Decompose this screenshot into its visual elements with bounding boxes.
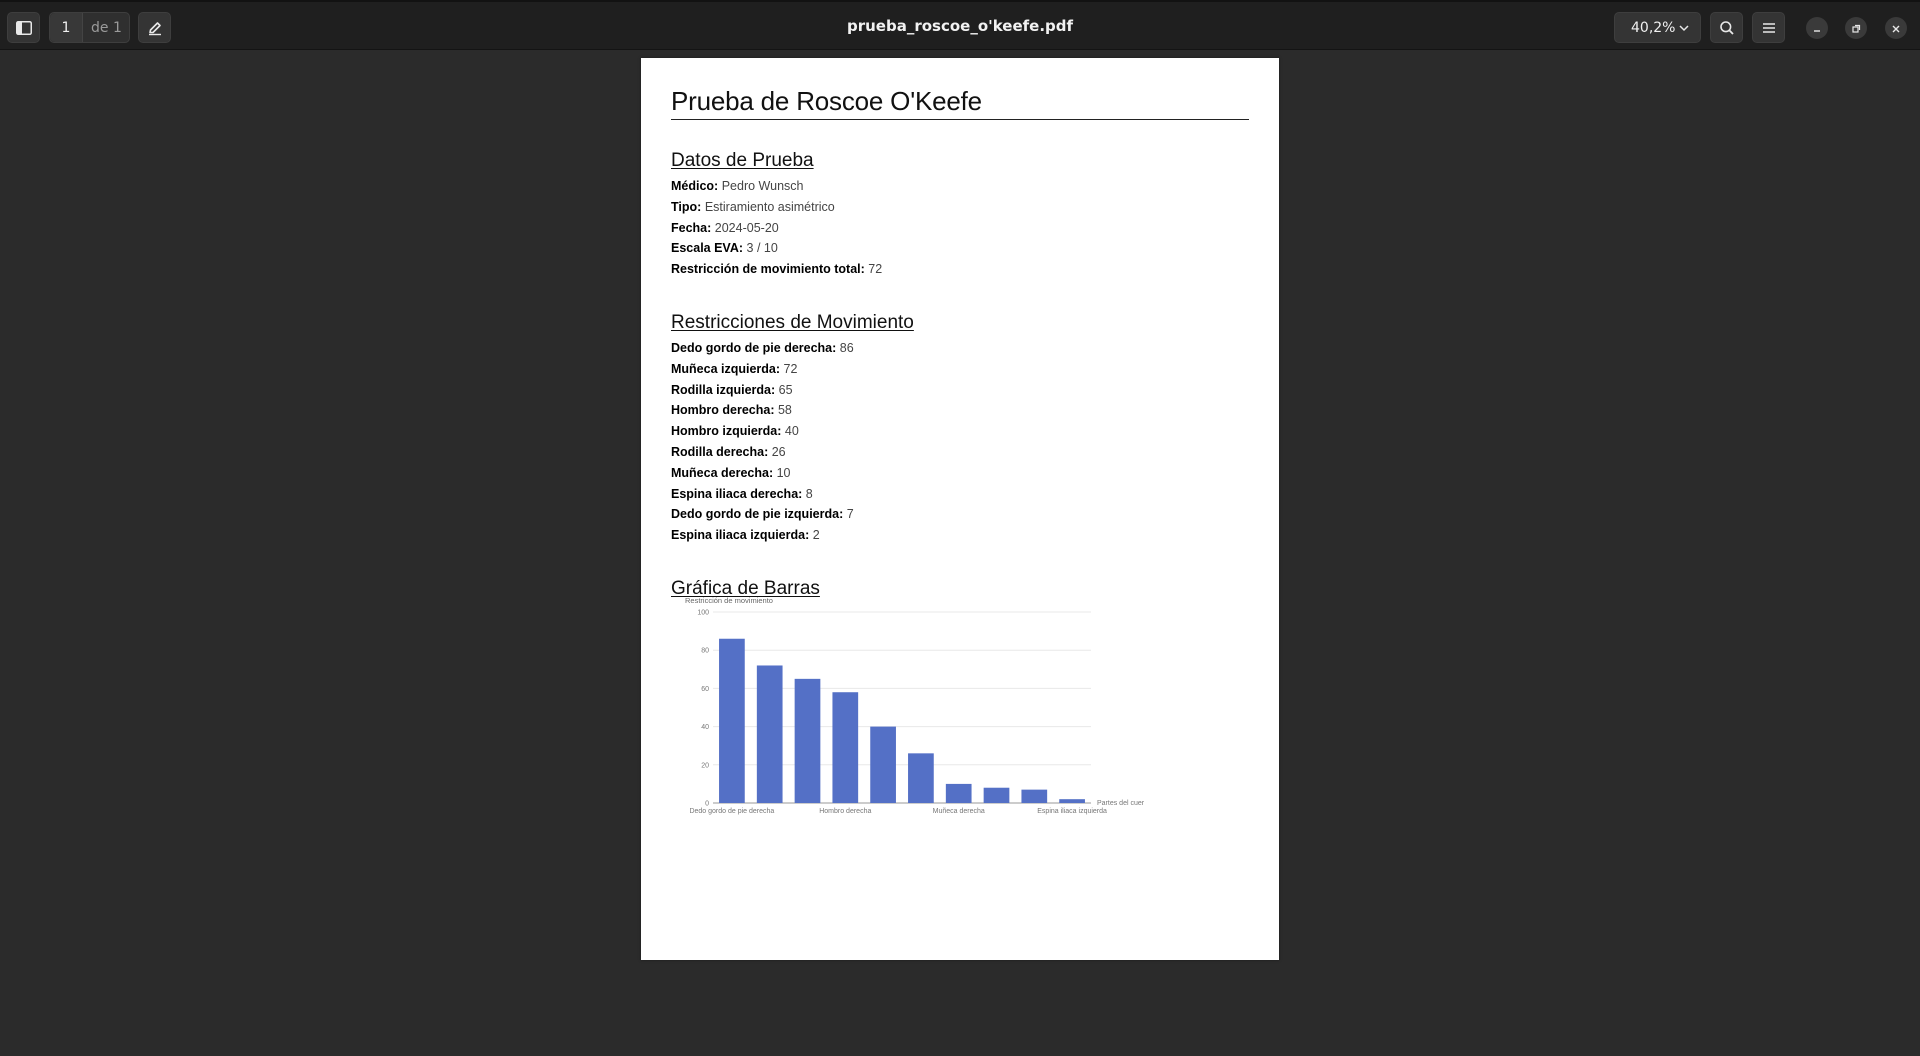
minimize-button[interactable] (1806, 17, 1828, 39)
toolbar: 1 de 1 prueba_roscoe_o'keefe.pdf 40,2% (0, 0, 1920, 50)
field-label: Rodilla derecha: (671, 444, 769, 459)
field-label: Médico: (671, 179, 719, 193)
y-tick-label: 0 (705, 801, 709, 808)
field-value: 7 (846, 507, 854, 522)
x-tick-label: Espina iliaca izquierda (1037, 808, 1107, 815)
field-row: Muñeca izquierda: 72 (671, 359, 1249, 380)
search-button[interactable] (1710, 12, 1743, 43)
field-row: Dedo gordo de pie derecha: 86 (671, 338, 1249, 359)
field-row: Tipo: Estiramiento asimétrico (671, 197, 1249, 218)
section-heading-datos: Datos de Prueba (671, 150, 814, 171)
field-label: Hombro izquierda: (671, 424, 782, 439)
field-value: 72 (868, 262, 883, 277)
field-value: 58 (777, 403, 792, 418)
field-value: 8 (805, 486, 813, 501)
field-value: 72 (783, 361, 798, 376)
datos-list: Médico: Pedro Wunsch Tipo: Estiramiento a… (671, 176, 1249, 280)
field-label: Escala EVA: (671, 241, 744, 256)
field-value: 2 (812, 528, 820, 543)
field-value: 26 (771, 444, 786, 459)
minimize-icon (1812, 19, 1822, 38)
restore-icon (1851, 19, 1861, 38)
chevron-down-icon (1678, 22, 1690, 38)
field-row: Fecha: 2024-05-20 (671, 218, 1249, 239)
bar (832, 692, 859, 803)
y-tick-label: 20 (701, 762, 709, 769)
y-tick-label: 100 (697, 610, 709, 617)
y-tick-label: 40 (701, 724, 709, 731)
bar (945, 783, 972, 803)
bar (983, 787, 1010, 803)
x-tick-label: Dedo gordo de pie derecha (689, 808, 774, 815)
field-label: Fecha: (671, 220, 712, 235)
bar (719, 638, 745, 803)
bar (756, 665, 783, 803)
field-value: Pedro Wunsch (721, 179, 804, 193)
field-value: 2024-05-20 (714, 220, 779, 235)
restore-button[interactable] (1845, 17, 1867, 39)
field-value: 10 (776, 465, 791, 480)
field-row: Rodilla izquierda: 65 (671, 380, 1249, 401)
y-tick-label: 80 (701, 648, 709, 655)
field-value: 65 (778, 382, 793, 397)
field-row: Hombro izquierda: 40 (671, 421, 1249, 442)
field-value: 86 (839, 340, 854, 355)
field-row: Escala EVA: 3 / 10 (671, 238, 1249, 259)
section-heading-restricciones: Restricciones de Movimiento (671, 311, 914, 333)
field-row: Espina iliaca izquierda: 2 (671, 525, 1249, 546)
field-row: Muñeca derecha: 10 (671, 463, 1249, 484)
field-row: Espina iliaca derecha: 8 (671, 484, 1249, 505)
field-row: Hombro derecha: 58 (671, 400, 1249, 421)
bar-chart: Restricción de movimiento 0 20 40 60 80 100 Ded… (685, 596, 1145, 815)
zoom-level: 40,2% (1631, 19, 1676, 36)
field-label: Espina iliaca izquierda: (671, 528, 810, 543)
bar (908, 753, 934, 803)
y-tick-label: 60 (701, 686, 709, 693)
field-row: Restricción de movimiento total: 72 (671, 259, 1249, 280)
field-label: Restricción de movimiento total: (671, 262, 865, 277)
field-label: Dedo gordo de pie izquierda: (671, 507, 844, 522)
restricciones-list: Dedo gordo de pie derecha: 86 Muñeca izqu… (671, 338, 1249, 546)
bar (1021, 789, 1048, 803)
menu-icon (1762, 22, 1776, 34)
field-label: Tipo: (671, 199, 702, 214)
field-label: Dedo gordo de pie derecha: (671, 340, 837, 355)
document-heading: Prueba de Roscoe O'Keefe (671, 86, 1249, 120)
y-axis-title: Restricción de movimiento (685, 596, 773, 605)
field-row: Dedo gordo de pie izquierda: 7 (671, 504, 1249, 525)
field-row: Rodilla derecha: 26 (671, 442, 1249, 463)
field-value: Estiramiento asimétrico (704, 199, 835, 214)
field-label: Rodilla izquierda: (671, 382, 776, 397)
close-button[interactable] (1885, 17, 1907, 39)
menu-button[interactable] (1752, 12, 1785, 43)
pdf-page: Prueba de Roscoe O'Keefe Datos de Prueba… (641, 58, 1279, 960)
x-tick-label: Muñeca derecha (933, 808, 985, 815)
document-content: Prueba de Roscoe O'Keefe Datos de Prueba… (671, 86, 1249, 604)
field-label: Muñeca izquierda: (671, 361, 781, 376)
field-label: Muñeca derecha: (671, 465, 774, 480)
field-label: Hombro derecha: (671, 403, 775, 418)
search-icon (1719, 20, 1735, 36)
x-axis-title: Partes del cuer (1097, 800, 1145, 807)
bar (1059, 799, 1085, 803)
bar (870, 726, 896, 803)
field-value: 3 / 10 (746, 241, 778, 256)
x-tick-label: Hombro derecha (819, 808, 871, 815)
field-row: Médico: Pedro Wunsch (671, 176, 1249, 197)
field-label: Espina iliaca derecha: (671, 486, 803, 501)
zoom-dropdown[interactable]: 40,2% (1614, 12, 1701, 43)
field-value: 40 (784, 424, 799, 439)
bar (794, 678, 821, 803)
close-icon (1891, 19, 1901, 38)
